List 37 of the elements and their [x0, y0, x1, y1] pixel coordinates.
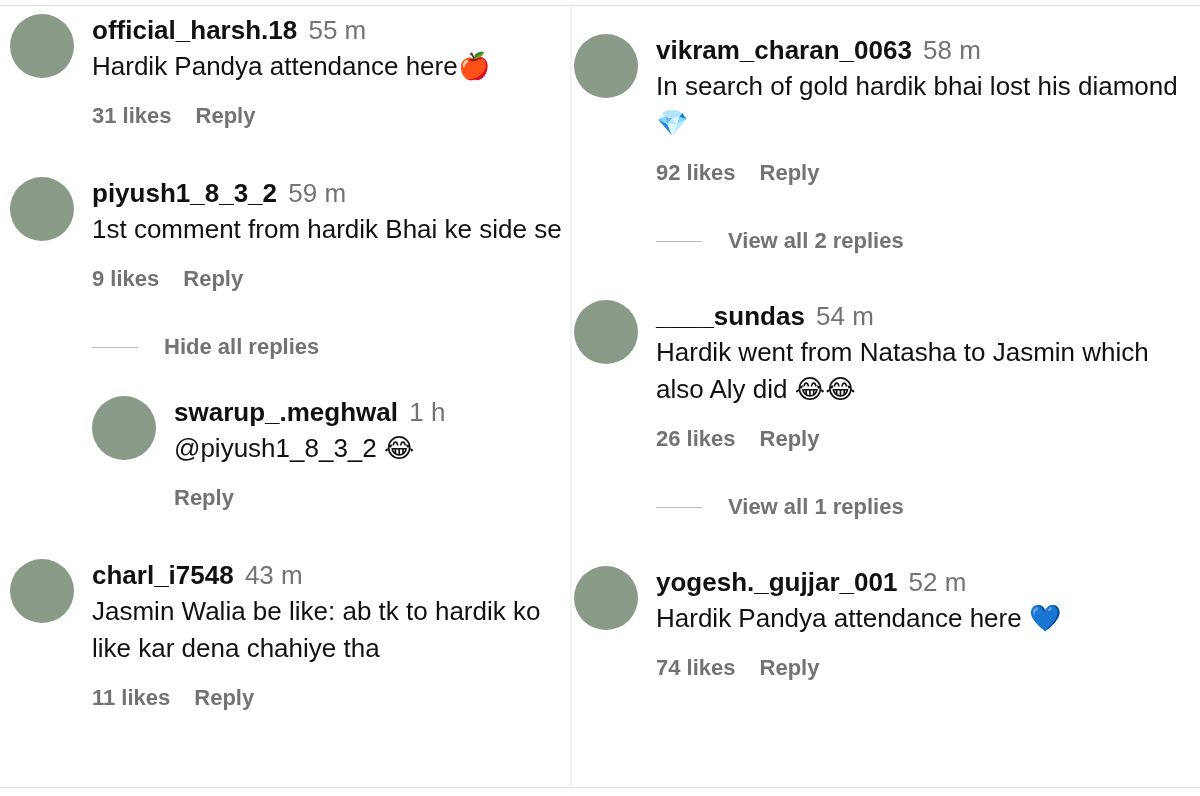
username[interactable]: ____sundas [656, 301, 805, 331]
username[interactable]: charl_i7548 [92, 560, 234, 590]
comment-text: Hardik went from Natasha to Jasmin which also Aly did 😂😂 [656, 336, 1150, 406]
reply-link[interactable]: Reply [759, 158, 820, 188]
reply-link[interactable]: Reply [194, 683, 255, 713]
comment-text: Hardik Pandya attendance here 💙 [656, 602, 1061, 635]
likes-count[interactable]: 26 likes [656, 424, 736, 454]
replies-toggle[interactable]: View all 1 replies [728, 494, 904, 520]
likes-count[interactable]: 31 likes [92, 101, 172, 131]
comment-time: 59 m [288, 178, 347, 208]
reply-link[interactable]: Reply [183, 264, 244, 294]
username[interactable]: piyush1_8_3_2 [92, 178, 277, 208]
likes-count[interactable]: 92 likes [656, 158, 736, 188]
comment-time: 43 m [244, 560, 303, 590]
comment-time: 52 m [908, 567, 967, 597]
comment-time: 55 m [308, 15, 367, 45]
username[interactable]: swarup_.meghwal [174, 397, 398, 427]
reply-link[interactable]: Reply [759, 424, 820, 454]
reply-link[interactable]: Reply [174, 483, 234, 513]
reply-link[interactable]: Reply [195, 101, 256, 131]
likes-count[interactable]: 9 likes [92, 264, 160, 294]
username[interactable]: yogesh._gujjar_001 [656, 567, 898, 597]
likes-count[interactable]: 74 likes [656, 653, 736, 683]
replies-toggle[interactable]: Hide all replies [164, 334, 320, 360]
replies-toggle[interactable]: View all 2 replies [728, 228, 904, 254]
comment-text: Jasmin Walia be like: ab tk to hardik ko like kar dena chahiye tha [92, 595, 542, 665]
reply-link[interactable]: Reply [759, 653, 820, 683]
comment-text: Hardik Pandya attendance here🍎 [92, 50, 490, 83]
comment-text: In search of gold hardik bhai lost his diamond 💎 [656, 70, 1179, 140]
likes-count[interactable]: 11 likes [92, 683, 171, 713]
username[interactable]: vikram_charan_0063 [656, 35, 912, 65]
comment-text: 1st comment from hardik Bhai ke side se [92, 213, 562, 246]
comment-time: 54 m [816, 301, 874, 331]
comment-time: 58 m [923, 35, 981, 65]
username[interactable]: official_harsh.18 [92, 15, 298, 45]
comment-text: @piyush1_8_3_2 😂 [174, 432, 416, 465]
comment-time: 1 h [409, 397, 446, 427]
